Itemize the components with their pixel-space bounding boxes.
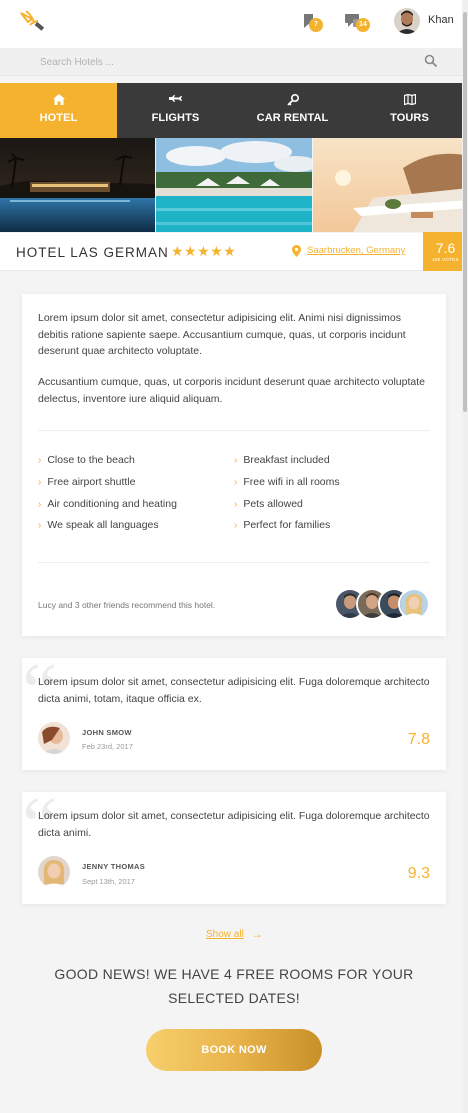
chevron-right-icon: › [38,499,42,510]
top-header: 7 14 Khan [0,0,468,48]
amenity-label: Air conditioning and heating [47,498,177,510]
scrollbar-thumb[interactable] [463,12,467,412]
reviewer-avatar[interactable] [38,856,70,888]
hotel-photo-pool-day[interactable] [156,138,312,232]
category-tabs: HOTEL FLIGHTS CAR RENTAL TOURS [0,83,468,138]
amenity-item: › Free airport shuttle [38,476,135,488]
description-paragraph-2: Accusantium cumque, quas, ut corporis in… [38,376,425,405]
hotel-description-card: Lorem ipsum dolor sit amet, consectetur … [22,294,446,636]
amenity-item: › Perfect for families [234,519,330,531]
key-icon [286,94,299,106]
amenity-item: › Free wifi in all rooms [234,476,340,488]
username[interactable]: Khan [428,14,454,26]
chevron-right-icon: › [234,455,238,466]
reviewer-avatar[interactable] [38,722,70,754]
amenity-label: Perfect for families [243,519,331,531]
search-bar [0,48,462,76]
map-icon [403,94,416,105]
review-card: “ Lorem ipsum dolor sit amet, consectetu… [22,652,446,770]
tab-flights[interactable]: FLIGHTS [117,83,234,138]
arrow-right-icon[interactable]: → [251,927,263,941]
amenity-label: Breakfast included [243,454,330,466]
chevron-right-icon: › [38,520,42,531]
review-card: “ Lorem ipsum dolor sit amet, consectetu… [22,786,446,904]
star-rating: ★★★★★ [171,243,237,259]
review-text: Lorem ipsum dolor sit amet, consectetur … [38,810,430,839]
amenity-item: › We speak all languages [38,519,159,531]
hotel-title-bar: HOTEL LAS GERMAN ★★★★★ Saarbrucken, Germ… [0,233,468,271]
search-input[interactable] [40,52,400,72]
description-paragraph-1: Lorem ipsum dolor sit amet, consectetur … [38,312,406,357]
user-avatar[interactable] [394,8,420,34]
divider [38,430,430,431]
friend-avatar[interactable] [398,588,430,620]
chevron-right-icon: › [234,520,238,531]
amenity-label: Free airport shuttle [47,476,136,488]
review-score: 9.3 [407,865,430,882]
amenity-label: Close to the beach [47,454,135,466]
tab-car-rental[interactable]: CAR RENTAL [234,83,351,138]
tab-label: FLIGHTS [151,112,200,124]
amenity-item: › Breakfast included [234,454,330,466]
hotel-photo-sunset-terrace[interactable] [312,138,468,232]
chevron-right-icon: › [234,499,238,510]
tab-tours[interactable]: TOURS [351,83,468,138]
review-score: 7.8 [407,731,430,748]
messages-count-badge: 14 [356,18,370,32]
chevron-right-icon: › [38,477,42,488]
show-all-link[interactable]: Show all [206,929,244,940]
tab-label: CAR RENTAL [256,112,329,124]
plane-icon [168,95,182,102]
hotel-photo-night-pool[interactable] [0,138,156,232]
amenity-label: We speak all languages [47,519,159,531]
availability-message: GOOD NEWS! WE HAVE 4 FREE ROOMS FOR YOUR… [54,966,414,1006]
tab-label: TOURS [390,112,429,124]
chevron-right-icon: › [38,455,42,466]
home-icon [52,94,65,105]
amenity-item: › Close to the beach [38,454,135,466]
tab-hotel[interactable]: HOTEL [0,83,117,138]
friends-recommend-text: Lucy and 3 other friends recommend this … [38,600,216,610]
hotel-name: HOTEL LAS GERMAN [16,245,169,260]
hotel-photo-gallery [0,138,468,232]
divider [38,562,430,563]
amenity-item: › Pets allowed [234,498,303,510]
reviewer-name: JOHN SMOW [82,728,132,737]
amenity-item: › Air conditioning and heating [38,498,177,510]
hotel-location-link[interactable]: Saarbrucken, Germany [307,245,405,256]
chevron-right-icon: › [234,477,238,488]
search-icon[interactable] [424,54,438,68]
torch-logo-icon[interactable] [18,9,48,35]
review-text: Lorem ipsum dolor sit amet, consectetur … [38,676,430,705]
location-pin-icon [292,245,301,257]
tab-label: HOTEL [39,112,78,124]
amenity-label: Pets allowed [243,498,303,510]
reviewer-name: JENNY THOMAS [82,862,146,871]
book-now-button[interactable]: BOOK NOW [146,1029,322,1071]
amenity-label: Free wifi in all rooms [243,476,340,488]
review-date: Feb 23rd, 2017 [82,742,133,751]
review-date: Sept 13th, 2017 [82,877,135,886]
bookmark-count-badge: 7 [309,18,323,32]
